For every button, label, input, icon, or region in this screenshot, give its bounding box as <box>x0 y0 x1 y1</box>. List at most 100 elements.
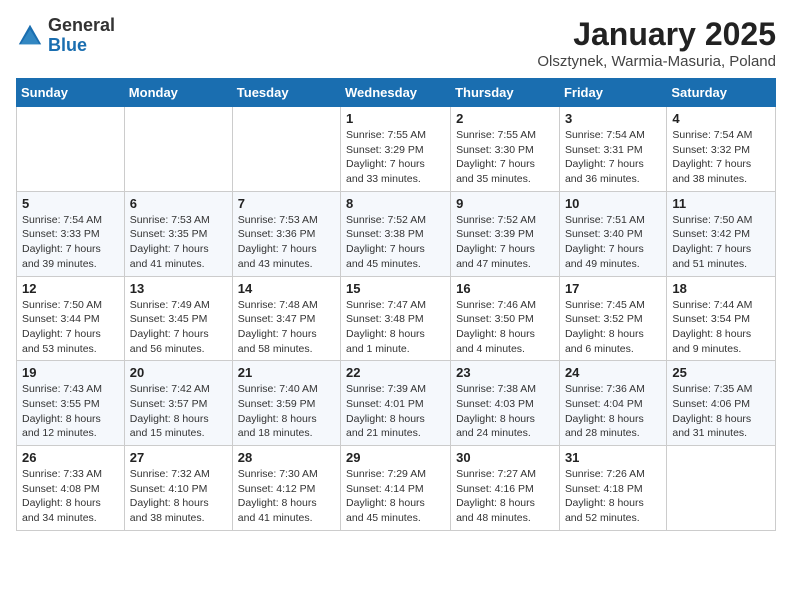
day-number: 21 <box>238 365 335 380</box>
weekday-header-thursday: Thursday <box>451 79 560 107</box>
day-number: 7 <box>238 196 335 211</box>
day-number: 17 <box>565 281 661 296</box>
page-header: General Blue January 2025 Olsztynek, War… <box>16 16 776 70</box>
day-info: Sunrise: 7:46 AM Sunset: 3:50 PM Dayligh… <box>456 298 554 357</box>
day-number: 12 <box>22 281 119 296</box>
week-row-1: 1 Sunrise: 7:55 AM Sunset: 3:29 PM Daylig… <box>17 107 776 192</box>
day-info: Sunrise: 7:29 AM Sunset: 4:14 PM Dayligh… <box>346 467 445 526</box>
day-number: 3 <box>565 111 661 126</box>
day-number: 22 <box>346 365 445 380</box>
day-info: Sunrise: 7:54 AM Sunset: 3:32 PM Dayligh… <box>672 128 770 187</box>
logo-general-text: General <box>48 15 115 35</box>
day-number: 5 <box>22 196 119 211</box>
logo-icon <box>16 22 44 50</box>
day-cell: 10 Sunrise: 7:51 AM Sunset: 3:40 PM Dayli… <box>559 191 666 276</box>
day-cell: 19 Sunrise: 7:43 AM Sunset: 3:55 PM Dayli… <box>17 361 125 446</box>
day-number: 25 <box>672 365 770 380</box>
day-number: 8 <box>346 196 445 211</box>
day-info: Sunrise: 7:55 AM Sunset: 3:29 PM Dayligh… <box>346 128 445 187</box>
day-cell: 28 Sunrise: 7:30 AM Sunset: 4:12 PM Dayli… <box>232 446 340 531</box>
day-info: Sunrise: 7:43 AM Sunset: 3:55 PM Dayligh… <box>22 382 119 441</box>
day-info: Sunrise: 7:53 AM Sunset: 3:35 PM Dayligh… <box>130 213 227 272</box>
day-cell: 20 Sunrise: 7:42 AM Sunset: 3:57 PM Dayli… <box>124 361 232 446</box>
weekday-header-friday: Friday <box>559 79 666 107</box>
day-cell <box>124 107 232 192</box>
day-cell: 17 Sunrise: 7:45 AM Sunset: 3:52 PM Dayli… <box>559 276 666 361</box>
day-info: Sunrise: 7:44 AM Sunset: 3:54 PM Dayligh… <box>672 298 770 357</box>
weekday-header-tuesday: Tuesday <box>232 79 340 107</box>
logo-blue-text: Blue <box>48 35 87 55</box>
day-cell: 13 Sunrise: 7:49 AM Sunset: 3:45 PM Dayli… <box>124 276 232 361</box>
day-cell: 8 Sunrise: 7:52 AM Sunset: 3:38 PM Daylig… <box>341 191 451 276</box>
day-info: Sunrise: 7:35 AM Sunset: 4:06 PM Dayligh… <box>672 382 770 441</box>
day-info: Sunrise: 7:54 AM Sunset: 3:31 PM Dayligh… <box>565 128 661 187</box>
week-row-4: 19 Sunrise: 7:43 AM Sunset: 3:55 PM Dayli… <box>17 361 776 446</box>
day-info: Sunrise: 7:50 AM Sunset: 3:42 PM Dayligh… <box>672 213 770 272</box>
day-cell: 6Sunrise: 7:53 AM Sunset: 3:35 PM Daylig… <box>124 191 232 276</box>
week-row-3: 12 Sunrise: 7:50 AM Sunset: 3:44 PM Dayli… <box>17 276 776 361</box>
day-info: Sunrise: 7:51 AM Sunset: 3:40 PM Dayligh… <box>565 213 661 272</box>
day-number: 4 <box>672 111 770 126</box>
day-number: 11 <box>672 196 770 211</box>
day-info: Sunrise: 7:32 AM Sunset: 4:10 PM Dayligh… <box>130 467 227 526</box>
day-cell <box>232 107 340 192</box>
day-number: 23 <box>456 365 554 380</box>
day-info: Sunrise: 7:30 AM Sunset: 4:12 PM Dayligh… <box>238 467 335 526</box>
day-cell: 22 Sunrise: 7:39 AM Sunset: 4:01 PM Dayli… <box>341 361 451 446</box>
day-number: 24 <box>565 365 661 380</box>
day-number: 20 <box>130 365 227 380</box>
weekday-header-monday: Monday <box>124 79 232 107</box>
week-row-2: 5 Sunrise: 7:54 AM Sunset: 3:33 PM Daylig… <box>17 191 776 276</box>
day-cell: 23 Sunrise: 7:38 AM Sunset: 4:03 PM Dayli… <box>451 361 560 446</box>
day-cell: 31 Sunrise: 7:26 AM Sunset: 4:18 PM Dayli… <box>559 446 666 531</box>
day-number: 15 <box>346 281 445 296</box>
day-number: 31 <box>565 450 661 465</box>
day-number: 30 <box>456 450 554 465</box>
day-cell: 30Sunrise: 7:27 AM Sunset: 4:16 PM Dayli… <box>451 446 560 531</box>
day-info: Sunrise: 7:45 AM Sunset: 3:52 PM Dayligh… <box>565 298 661 357</box>
day-cell: 27 Sunrise: 7:32 AM Sunset: 4:10 PM Dayli… <box>124 446 232 531</box>
day-info: Sunrise: 7:26 AM Sunset: 4:18 PM Dayligh… <box>565 467 661 526</box>
weekday-header-row: SundayMondayTuesdayWednesdayThursdayFrid… <box>17 79 776 107</box>
day-number: 27 <box>130 450 227 465</box>
title-block: January 2025 Olsztynek, Warmia-Masuria, … <box>537 16 776 70</box>
weekday-header-wednesday: Wednesday <box>341 79 451 107</box>
day-info: Sunrise: 7:38 AM Sunset: 4:03 PM Dayligh… <box>456 382 554 441</box>
location-subtitle: Olsztynek, Warmia-Masuria, Poland <box>537 53 776 70</box>
day-info: Sunrise: 7:52 AM Sunset: 3:38 PM Dayligh… <box>346 213 445 272</box>
day-cell: 18 Sunrise: 7:44 AM Sunset: 3:54 PM Dayli… <box>667 276 776 361</box>
day-info: Sunrise: 7:39 AM Sunset: 4:01 PM Dayligh… <box>346 382 445 441</box>
day-number: 28 <box>238 450 335 465</box>
day-cell: 29 Sunrise: 7:29 AM Sunset: 4:14 PM Dayli… <box>341 446 451 531</box>
day-info: Sunrise: 7:42 AM Sunset: 3:57 PM Dayligh… <box>130 382 227 441</box>
day-number: 29 <box>346 450 445 465</box>
day-info: Sunrise: 7:48 AM Sunset: 3:47 PM Dayligh… <box>238 298 335 357</box>
weekday-header-saturday: Saturday <box>667 79 776 107</box>
month-year-title: January 2025 <box>537 16 776 53</box>
day-number: 9 <box>456 196 554 211</box>
day-cell: 7Sunrise: 7:53 AM Sunset: 3:36 PM Daylig… <box>232 191 340 276</box>
day-number: 18 <box>672 281 770 296</box>
day-number: 14 <box>238 281 335 296</box>
day-cell: 9 Sunrise: 7:52 AM Sunset: 3:39 PM Daylig… <box>451 191 560 276</box>
day-cell: 11 Sunrise: 7:50 AM Sunset: 3:42 PM Dayli… <box>667 191 776 276</box>
day-number: 10 <box>565 196 661 211</box>
day-info: Sunrise: 7:40 AM Sunset: 3:59 PM Dayligh… <box>238 382 335 441</box>
day-info: Sunrise: 7:52 AM Sunset: 3:39 PM Dayligh… <box>456 213 554 272</box>
logo: General Blue <box>16 16 115 56</box>
day-cell: 21 Sunrise: 7:40 AM Sunset: 3:59 PM Dayli… <box>232 361 340 446</box>
day-cell: 24Sunrise: 7:36 AM Sunset: 4:04 PM Dayli… <box>559 361 666 446</box>
day-info: Sunrise: 7:50 AM Sunset: 3:44 PM Dayligh… <box>22 298 119 357</box>
day-cell <box>17 107 125 192</box>
day-number: 2 <box>456 111 554 126</box>
day-info: Sunrise: 7:55 AM Sunset: 3:30 PM Dayligh… <box>456 128 554 187</box>
day-cell: 1 Sunrise: 7:55 AM Sunset: 3:29 PM Daylig… <box>341 107 451 192</box>
day-number: 19 <box>22 365 119 380</box>
day-info: Sunrise: 7:49 AM Sunset: 3:45 PM Dayligh… <box>130 298 227 357</box>
day-cell: 3 Sunrise: 7:54 AM Sunset: 3:31 PM Daylig… <box>559 107 666 192</box>
day-info: Sunrise: 7:33 AM Sunset: 4:08 PM Dayligh… <box>22 467 119 526</box>
day-cell <box>667 446 776 531</box>
day-number: 13 <box>130 281 227 296</box>
day-number: 1 <box>346 111 445 126</box>
day-info: Sunrise: 7:54 AM Sunset: 3:33 PM Dayligh… <box>22 213 119 272</box>
